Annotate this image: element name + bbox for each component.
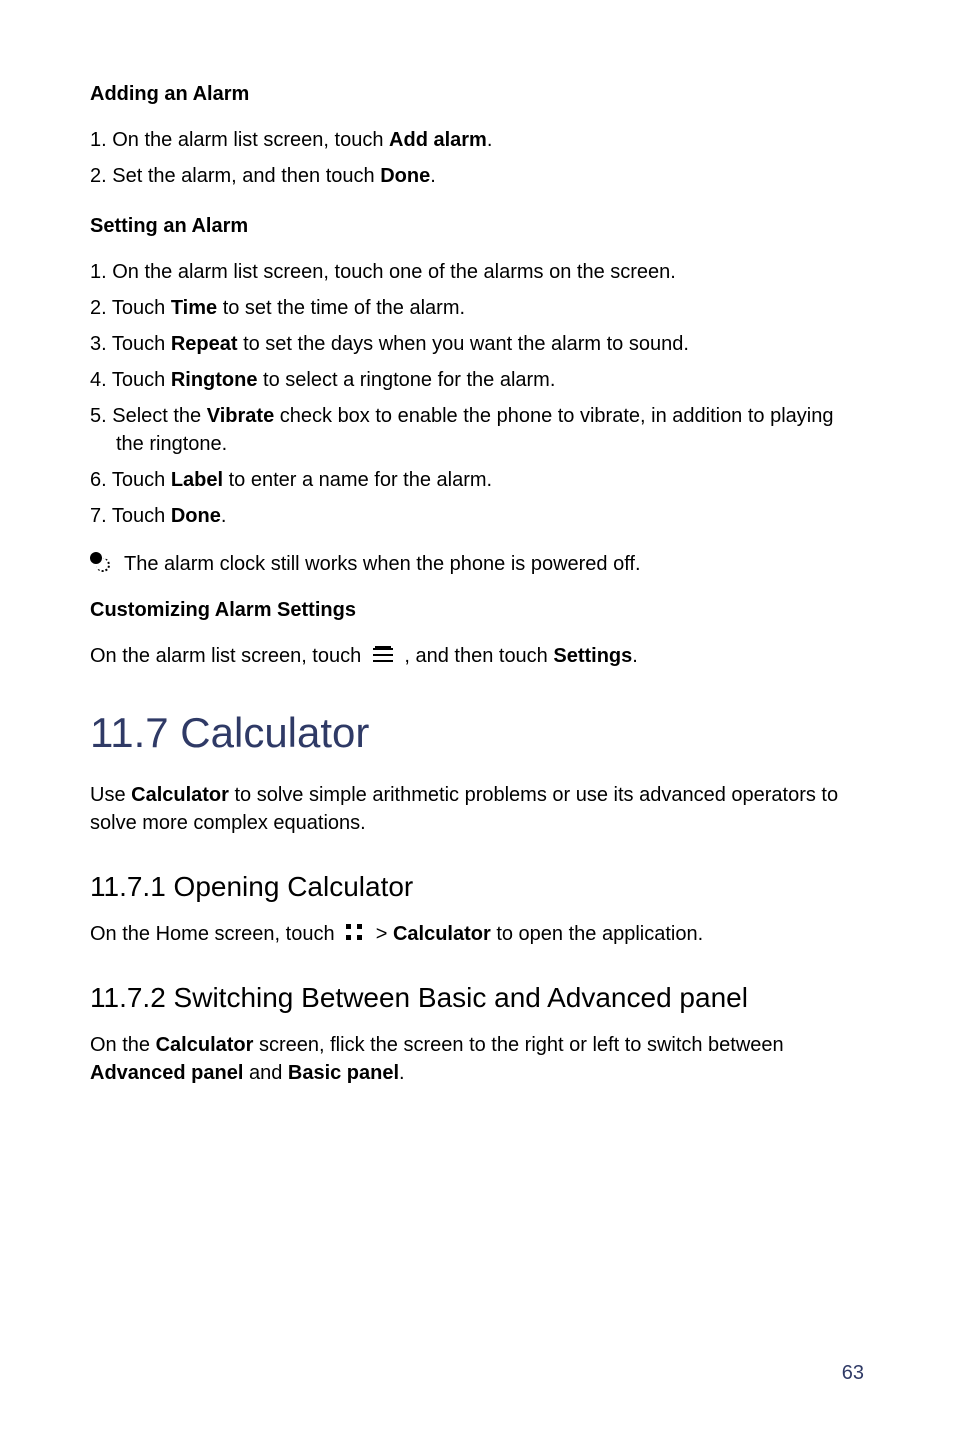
step-text: 6. Touch: [90, 469, 171, 491]
step-item: 6. Touch Label to enter a name for the a…: [90, 466, 864, 494]
step-text: to enter a name for the alarm.: [223, 469, 492, 491]
text-run: On the Home screen, touch: [90, 923, 340, 945]
heading-customizing-alarm: Customizing Alarm Settings: [90, 596, 864, 624]
step-item: 5. Select the Vibrate check box to enabl…: [90, 402, 864, 458]
text-bold: Calculator: [393, 923, 491, 945]
text-run: and: [243, 1062, 287, 1084]
heading-adding-alarm: Adding an Alarm: [90, 80, 864, 108]
heading-setting-alarm: Setting an Alarm: [90, 212, 864, 240]
paragraph: Use Calculator to solve simple arithmeti…: [90, 781, 864, 837]
note-text: The alarm clock still works when the pho…: [124, 550, 641, 578]
note: The alarm clock still works when the pho…: [90, 550, 864, 578]
step-text: 5. Select the: [90, 405, 207, 427]
step-bold: Done: [171, 505, 221, 527]
text-run: >: [376, 923, 393, 945]
step-bold: Add alarm: [389, 129, 487, 151]
section-title-calculator: 11.7 Calculator: [90, 704, 864, 763]
step-text: 7. Touch: [90, 505, 171, 527]
text-run: , and then touch: [404, 645, 553, 667]
step-item: 3. Touch Repeat to set the days when you…: [90, 330, 864, 358]
text-bold: Calculator: [131, 784, 229, 806]
step-text: to set the time of the alarm.: [217, 297, 465, 319]
text-run: .: [632, 645, 638, 667]
text-run: to open the application.: [491, 923, 703, 945]
step-item: 7. Touch Done.: [90, 502, 864, 530]
step-text: 2. Set the alarm, and then touch: [90, 165, 380, 187]
step-item: 2. Touch Time to set the time of the ala…: [90, 294, 864, 322]
step-item: 4. Touch Ringtone to select a ringtone f…: [90, 366, 864, 394]
step-bold: Label: [171, 469, 223, 491]
paragraph: On the Calculator screen, flick the scre…: [90, 1031, 864, 1087]
step-text: .: [221, 505, 227, 527]
text-bold: Basic panel: [288, 1062, 399, 1084]
text-run: .: [399, 1062, 405, 1084]
text-run: On the alarm list screen, touch: [90, 645, 367, 667]
text-bold: Advanced panel: [90, 1062, 243, 1084]
step-bold: Ringtone: [171, 369, 258, 391]
note-icon: [90, 552, 110, 572]
step-bold: Repeat: [171, 333, 238, 355]
step-item: 1. On the alarm list screen, touch Add a…: [90, 126, 864, 154]
paragraph: On the Home screen, touch > Calculator t…: [90, 920, 864, 948]
step-bold: Done: [380, 165, 430, 187]
menu-icon: [373, 646, 393, 664]
step-item: 2. Set the alarm, and then touch Done.: [90, 162, 864, 190]
apps-grid-icon: [346, 924, 364, 942]
text-bold: Calculator: [156, 1034, 254, 1056]
step-text: 1. On the alarm list screen, touch: [90, 129, 389, 151]
text-run: screen, flick the screen to the right or…: [253, 1034, 783, 1056]
text-run: Use: [90, 784, 131, 806]
step-text: to set the days when you want the alarm …: [238, 333, 689, 355]
step-text: .: [487, 129, 493, 151]
step-text: 3. Touch: [90, 333, 171, 355]
step-bold: Time: [171, 297, 217, 319]
step-text: 4. Touch: [90, 369, 171, 391]
step-text: .: [430, 165, 436, 187]
step-text: 2. Touch: [90, 297, 171, 319]
subheading-switching-panel: 11.7.2 Switching Between Basic and Advan…: [90, 978, 864, 1017]
subheading-opening-calculator: 11.7.1 Opening Calculator: [90, 867, 864, 906]
text-bold: Settings: [553, 645, 632, 667]
step-text: 1. On the alarm list screen, touch one o…: [90, 261, 676, 283]
step-item: 1. On the alarm list screen, touch one o…: [90, 258, 864, 286]
step-text: to select a ringtone for the alarm.: [257, 369, 555, 391]
page-number: 63: [842, 1359, 864, 1387]
text-run: On the: [90, 1034, 156, 1056]
paragraph: On the alarm list screen, touch , and th…: [90, 642, 864, 670]
step-bold: Vibrate: [207, 405, 274, 427]
